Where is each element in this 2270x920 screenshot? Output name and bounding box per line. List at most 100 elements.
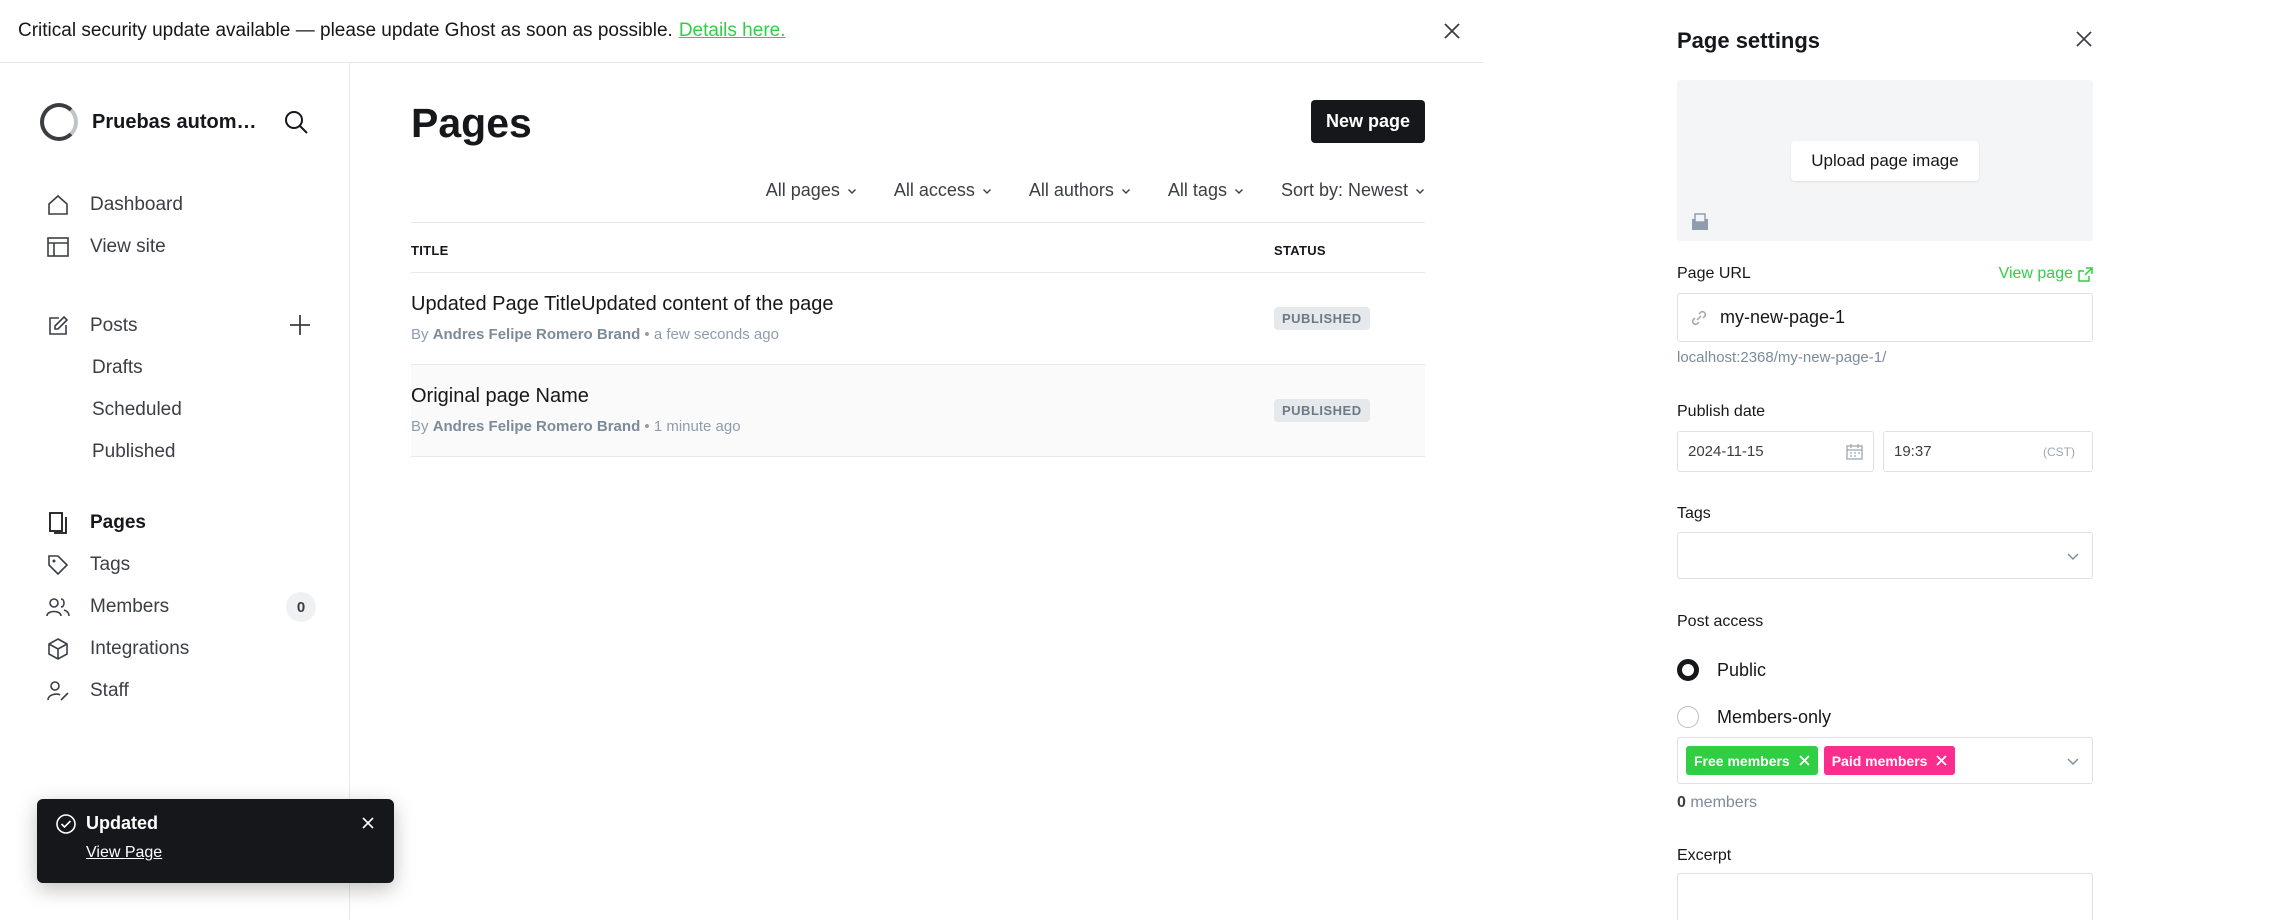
sidebar-item-drafts[interactable]: Drafts [92, 350, 362, 386]
toast-title: Updated [86, 813, 158, 833]
site-name: Pruebas automa... [92, 110, 262, 133]
sidebar-item-label: Integrations [90, 638, 190, 659]
filter-label: All access [893, 180, 975, 200]
banner-details-link[interactable]: Details here. [679, 20, 786, 42]
view-page-link[interactable]: View page [1999, 265, 2093, 283]
row-meta: By Andres Felipe Romero Brand • a few se… [411, 326, 779, 343]
sidebar-item-label: Staff [90, 680, 129, 701]
filter-access[interactable]: All access [894, 180, 992, 201]
filter-type[interactable]: All pages [766, 180, 857, 201]
page-url-input[interactable]: my-new-page-1 [1677, 293, 2093, 342]
row-title: Updated Page TitleUpdated content of the… [411, 293, 834, 315]
tier-label: Paid members [1831, 752, 1928, 769]
page-title: Pages [411, 100, 532, 146]
chevron-down-icon [2067, 553, 2079, 560]
access-members-option[interactable]: Members-only [1677, 706, 1831, 728]
sidebar-item-label: Pages [90, 512, 146, 533]
members-count: 0 members [1677, 794, 1757, 812]
table-row[interactable]: Updated Page TitleUpdated content of the… [411, 273, 1425, 365]
excerpt-textarea[interactable] [1677, 873, 2093, 920]
toast-view-page-link[interactable]: View Page [86, 844, 162, 862]
radio-unchecked[interactable] [1677, 706, 1699, 728]
site-brand[interactable]: Pruebas automa... [40, 103, 262, 141]
sidebar-item-label: Posts [90, 315, 138, 336]
pages-table: TITLE STATUS Updated Page TitleUpdated c… [411, 222, 1425, 457]
filter-authors[interactable]: All authors [1029, 180, 1131, 201]
row-author: Andres Felipe Romero Brand [432, 326, 641, 343]
table-row[interactable]: Original page Name By Andres Felipe Rome… [411, 365, 1425, 457]
row-title: Original page Name [411, 385, 589, 407]
tier-token-free[interactable]: Free members [1686, 746, 1818, 775]
link-icon [1691, 310, 1707, 325]
image-icon [1692, 213, 1708, 230]
calendar-icon[interactable] [1846, 443, 1863, 460]
tag-icon [48, 555, 69, 576]
table-header: TITLE STATUS [411, 222, 1425, 273]
sidebar-item-published[interactable]: Published [92, 434, 362, 470]
banner-message: Critical security update available — ple… [18, 20, 673, 41]
tiers-select[interactable]: Free members Paid members [1677, 737, 2093, 784]
browser-icon [47, 237, 69, 257]
sidebar-item-label: View site [90, 236, 166, 257]
pages-icon [49, 512, 67, 534]
column-status: STATUS [1274, 243, 1326, 258]
status-badge: PUBLISHED [1274, 307, 1370, 330]
access-option-label: Members-only [1717, 706, 1832, 727]
close-icon[interactable] [1441, 20, 1463, 42]
tier-token-paid[interactable]: Paid members [1823, 746, 1956, 775]
page-url-label: Page URL [1677, 265, 1751, 282]
filter-sort[interactable]: Sort by: Newest [1281, 180, 1425, 201]
publish-time-value: 19:37 [1894, 443, 1932, 460]
filter-label: Sort by: Newest [1280, 180, 1408, 200]
remove-icon[interactable] [1936, 755, 1948, 766]
sidebar-item-staff[interactable]: Staff [46, 673, 316, 709]
sidebar-item-view-site[interactable]: View site [46, 229, 316, 265]
chevron-down-icon [1416, 188, 1424, 194]
publish-date-input[interactable]: 2024-11-15 [1677, 431, 1874, 472]
sidebar-item-scheduled[interactable]: Scheduled [92, 392, 362, 428]
access-public-option[interactable]: Public [1677, 659, 1766, 681]
excerpt-label: Excerpt [1677, 847, 1732, 864]
filter-tags[interactable]: All tags [1168, 180, 1244, 201]
view-page-label: View page [1998, 265, 2073, 282]
tier-label: Free members [1694, 752, 1790, 769]
sidebar-item-label: Drafts [92, 357, 143, 378]
search-icon[interactable] [282, 108, 310, 136]
sidebar-item-integrations[interactable]: Integrations [46, 631, 316, 667]
sidebar-item-pages[interactable]: Pages [46, 505, 316, 541]
close-icon[interactable] [2075, 30, 2093, 48]
add-post-icon[interactable] [288, 313, 312, 337]
sidebar-item-tags[interactable]: Tags [46, 547, 316, 583]
sidebar-item-members[interactable]: Members 0 [46, 589, 316, 625]
members-count-value: 0 [1677, 794, 1686, 811]
update-banner: Critical security update available — ple… [0, 0, 1483, 63]
sidebar-item-label: Tags [90, 554, 131, 575]
page-url-value: my-new-page-1 [1720, 307, 1846, 327]
upload-image-button[interactable]: Upload page image [1791, 141, 1979, 181]
feature-image-dropzone[interactable]: Upload page image [1677, 80, 2093, 241]
publish-time-input[interactable]: 19:37 (CST) [1883, 431, 2093, 472]
check-circle-icon [56, 814, 76, 834]
external-link-icon [2078, 266, 2093, 282]
sidebar-item-dashboard[interactable]: Dashboard [46, 187, 316, 223]
new-page-button[interactable]: New page [1311, 100, 1425, 143]
filter-label: All tags [1167, 180, 1227, 200]
chevron-down-icon [2067, 758, 2079, 765]
timezone-label: (CST) [2043, 445, 2075, 459]
publish-date-label: Publish date [1677, 403, 1766, 420]
home-icon [48, 194, 68, 215]
publish-date-value: 2024-11-15 [1688, 443, 1764, 460]
status-badge: PUBLISHED [1274, 399, 1370, 422]
sidebar-item-posts[interactable]: Posts [46, 308, 316, 344]
row-meta: By Andres Felipe Romero Brand • 1 minute… [411, 418, 741, 435]
sidebar-item-label: Published [92, 441, 176, 462]
remove-icon[interactable] [1799, 755, 1810, 766]
filter-bar: All pages All access All authors All tag… [729, 180, 1425, 201]
edit-icon [49, 315, 69, 335]
members-icon [46, 598, 70, 617]
radio-checked[interactable] [1677, 659, 1699, 681]
chevron-down-icon [847, 188, 856, 194]
close-icon[interactable] [360, 815, 376, 831]
row-by: By [411, 326, 429, 343]
tags-select[interactable] [1677, 532, 2093, 579]
